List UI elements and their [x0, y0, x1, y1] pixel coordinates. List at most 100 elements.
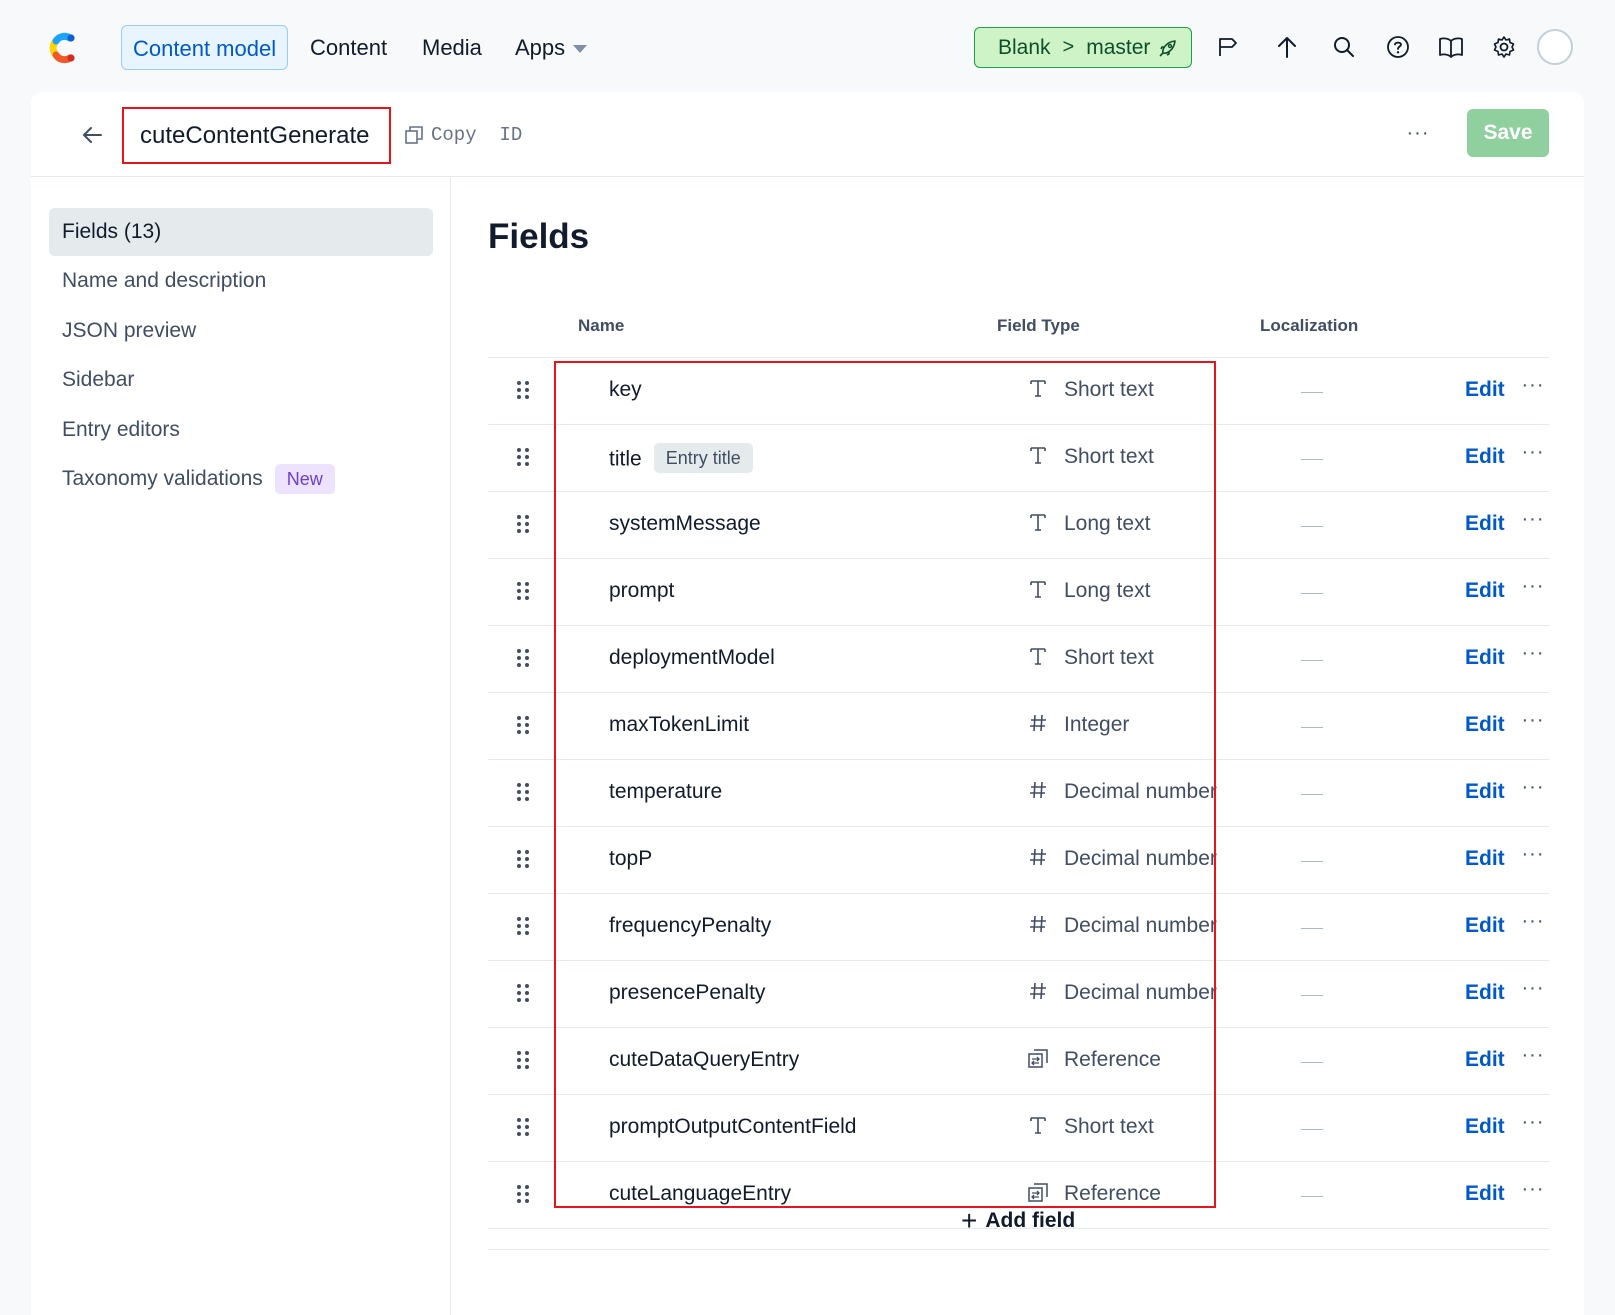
search-icon[interactable] — [1329, 32, 1359, 62]
drag-handle-icon[interactable] — [516, 849, 530, 869]
edit-field-button[interactable]: Edit — [1465, 1048, 1505, 1072]
sidebar-item-entry-editors[interactable]: Entry editors — [49, 406, 433, 454]
field-type: Short text — [1064, 1115, 1154, 1138]
drag-handle-icon[interactable] — [516, 581, 530, 601]
edit-field-button[interactable]: Edit — [1465, 981, 1505, 1005]
field-name: cuteDataQueryEntry — [609, 1048, 799, 1072]
nav-tab-content[interactable]: Content — [310, 25, 387, 70]
field-name-text: prompt — [609, 579, 675, 602]
drag-handle-icon[interactable] — [516, 983, 530, 1003]
settings-gear-icon[interactable] — [1489, 32, 1519, 62]
field-type: Decimal number — [1064, 981, 1217, 1004]
edit-field-button[interactable]: Edit — [1465, 1115, 1505, 1139]
user-avatar[interactable] — [1537, 29, 1573, 65]
table-divider — [488, 1249, 1549, 1250]
back-arrow-icon[interactable] — [77, 120, 107, 150]
localization-disabled-dash — [1301, 928, 1323, 929]
edit-field-button[interactable]: Edit — [1465, 646, 1505, 670]
field-more-options-button[interactable]: ··· — [1518, 910, 1548, 934]
edit-field-button[interactable]: Edit — [1465, 780, 1505, 804]
table-row: maxTokenLimit Integer Edit ··· — [488, 693, 1549, 760]
edit-field-button[interactable]: Edit — [1465, 914, 1505, 938]
localization-disabled-dash — [1301, 1129, 1323, 1130]
field-type: Short text — [1064, 378, 1154, 401]
field-name: systemMessage — [609, 512, 761, 536]
editor-sidebar: Fields (13) Name and description JSON pr… — [31, 178, 451, 1315]
edit-field-button[interactable]: Edit — [1465, 713, 1505, 737]
field-more-options-button[interactable]: ··· — [1518, 843, 1548, 867]
localization-disabled-dash — [1301, 526, 1323, 527]
edit-field-button[interactable]: Edit — [1465, 1182, 1505, 1206]
help-icon[interactable] — [1383, 32, 1413, 62]
reference-type-icon — [1028, 1182, 1048, 1204]
field-more-options-button[interactable]: ··· — [1518, 977, 1548, 1001]
field-name: title Entry title — [609, 443, 753, 475]
drag-handle-icon[interactable] — [516, 380, 530, 400]
text-type-icon — [1028, 445, 1048, 467]
field-name-text: topP — [609, 847, 653, 870]
field-more-options-button[interactable]: ··· — [1518, 776, 1548, 800]
nav-tab-media[interactable]: Media — [422, 25, 482, 70]
environment-name: master — [1086, 35, 1151, 59]
field-name: temperature — [609, 780, 722, 804]
edit-field-button[interactable]: Edit — [1465, 445, 1505, 469]
field-name: presencePenalty — [609, 981, 765, 1005]
field-more-options-button[interactable]: ··· — [1518, 709, 1548, 733]
field-more-options-button[interactable]: ··· — [1518, 1178, 1548, 1202]
field-name-text: cuteDataQueryEntry — [609, 1048, 800, 1071]
add-field-button[interactable]: + Add field — [961, 1204, 1075, 1238]
sidebar-item-sidebar[interactable]: Sidebar — [49, 356, 433, 404]
sidebar-item-json-preview[interactable]: JSON preview — [49, 307, 433, 355]
field-more-options-button[interactable]: ··· — [1518, 642, 1548, 666]
field-name-text: cuteLanguageEntry — [609, 1182, 792, 1205]
deploy-arrow-icon[interactable] — [1272, 32, 1302, 62]
field-name: topP — [609, 847, 652, 871]
save-button[interactable]: Save — [1467, 109, 1549, 157]
field-more-options-button[interactable]: ··· — [1518, 1111, 1548, 1135]
sidebar-item-fields[interactable]: Fields (13) — [49, 208, 433, 256]
text-type-icon — [1028, 579, 1048, 601]
new-badge: New — [274, 464, 335, 495]
table-row: promptOutputContentField Short text Edit ··… — [488, 1095, 1549, 1162]
contentful-logo-icon[interactable] — [44, 29, 82, 67]
drag-handle-icon[interactable] — [516, 648, 530, 668]
environment-selector[interactable]: Blank > master — [974, 27, 1192, 68]
drag-handle-icon[interactable] — [516, 1117, 530, 1137]
drag-handle-icon[interactable] — [516, 1184, 530, 1204]
flag-icon[interactable] — [1213, 32, 1243, 62]
reference-type-icon — [1028, 1048, 1048, 1070]
drag-handle-icon[interactable] — [516, 782, 530, 802]
sidebar-item-name-and-description[interactable]: Name and description — [49, 257, 433, 305]
drag-handle-icon[interactable] — [516, 514, 530, 534]
field-more-options-button[interactable]: ··· — [1518, 575, 1548, 599]
localization-disabled-dash — [1301, 392, 1323, 393]
sidebar-item-taxonomy-validations[interactable]: Taxonomy validations New — [49, 455, 433, 503]
table-row: presencePenalty Decimal number Edit ··· — [488, 961, 1549, 1028]
table-row: cuteDataQueryEntry Reference Edit ··· — [488, 1028, 1549, 1095]
field-type: Integer — [1064, 713, 1130, 736]
field-more-options-button[interactable]: ··· — [1518, 441, 1548, 465]
edit-field-button[interactable]: Edit — [1465, 378, 1505, 402]
page-title: Fields — [488, 217, 590, 256]
nav-tab-content-model[interactable]: Content model — [121, 25, 289, 70]
table-row: key Short text Edit ··· — [488, 358, 1549, 425]
field-name: cuteLanguageEntry — [609, 1182, 791, 1206]
copy-id-button[interactable]: Copy ID — [405, 124, 522, 146]
nav-tab-apps[interactable]: Apps — [515, 25, 588, 70]
field-name-text: presencePenalty — [609, 981, 766, 1004]
field-more-options-button[interactable]: ··· — [1518, 508, 1548, 532]
edit-field-button[interactable]: Edit — [1465, 579, 1505, 603]
drag-handle-icon[interactable] — [516, 1050, 530, 1070]
edit-field-button[interactable]: Edit — [1465, 847, 1505, 871]
drag-handle-icon[interactable] — [516, 916, 530, 936]
book-icon[interactable] — [1436, 32, 1466, 62]
drag-handle-icon[interactable] — [516, 715, 530, 735]
edit-field-button[interactable]: Edit — [1465, 512, 1505, 536]
space-name: Blank — [998, 35, 1051, 59]
more-options-button[interactable]: ··· — [1403, 122, 1433, 146]
field-name-text: frequencyPenalty — [609, 914, 772, 937]
drag-handle-icon[interactable] — [516, 447, 530, 467]
field-more-options-button[interactable]: ··· — [1518, 1044, 1548, 1068]
field-more-options-button[interactable]: ··· — [1518, 374, 1548, 398]
field-name-text: promptOutputContentField — [609, 1115, 857, 1138]
